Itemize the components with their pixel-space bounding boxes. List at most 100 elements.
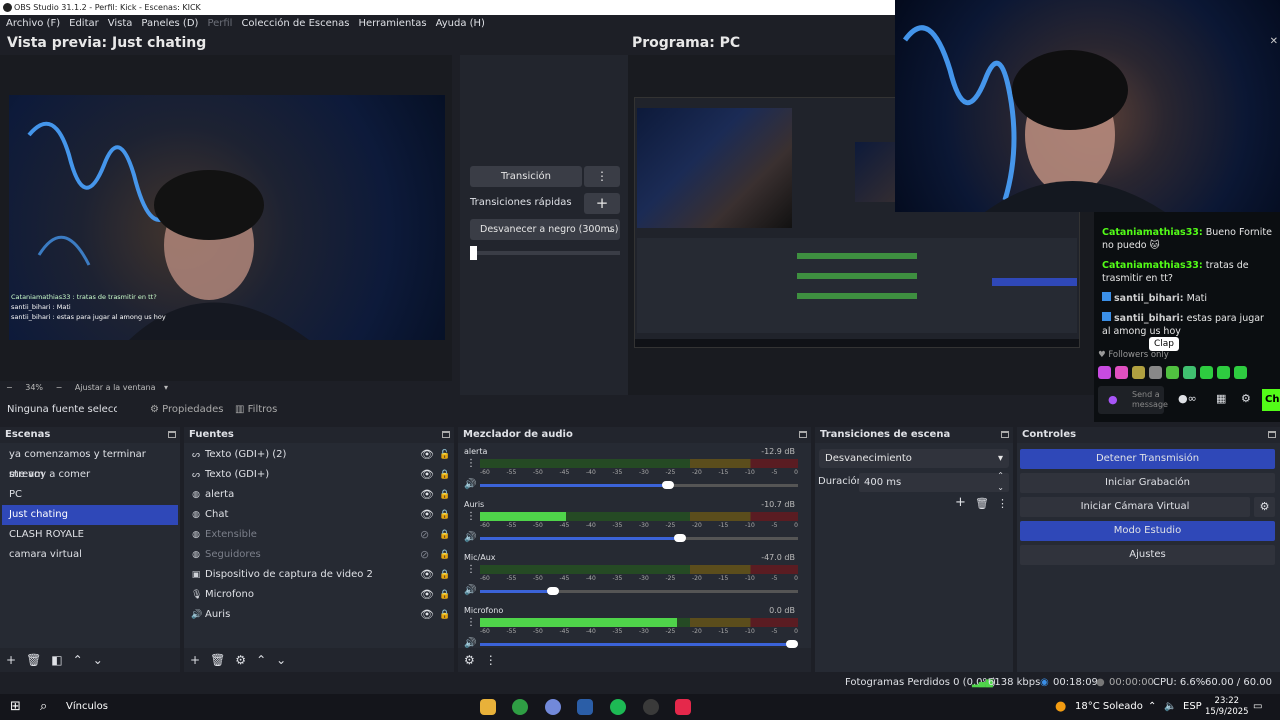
- source-item[interactable]: ᔕ Texto (GDI+) 👁 🔒: [184, 465, 454, 485]
- emote-icon[interactable]: [1115, 366, 1128, 379]
- volume-slider[interactable]: [480, 481, 798, 489]
- emote-icon[interactable]: [1183, 366, 1196, 379]
- gear-icon[interactable]: ⚙: [1241, 392, 1251, 405]
- volume-handle[interactable]: [547, 587, 560, 595]
- steam-icon[interactable]: [577, 699, 593, 715]
- start-recording-button[interactable]: Iniciar Grabación: [1020, 473, 1275, 493]
- chat-send-button[interactable]: Ch: [1262, 389, 1280, 411]
- language-indicator[interactable]: ESP: [1183, 694, 1202, 720]
- lock-icon[interactable]: 🔒: [439, 485, 450, 505]
- lock-icon[interactable]: 🔒: [439, 585, 450, 605]
- obs-icon[interactable]: [643, 699, 659, 715]
- eye-off-icon[interactable]: ⊘: [420, 545, 429, 565]
- zoom-out-button[interactable]: −: [6, 383, 13, 392]
- file-explorer-icon[interactable]: [480, 699, 496, 715]
- eye-icon[interactable]: 👁: [420, 505, 434, 525]
- chat-username[interactable]: santii_bihari:: [1114, 313, 1184, 324]
- filters-button[interactable]: ▥ Filtros: [235, 397, 277, 423]
- eye-icon[interactable]: 👁: [420, 485, 434, 505]
- maximize-icon[interactable]: [442, 431, 450, 438]
- unlock-icon[interactable]: 🔓: [439, 445, 450, 465]
- add-icon[interactable]: +: [6, 653, 16, 667]
- volume-handle[interactable]: [661, 481, 674, 489]
- volume-slider[interactable]: [480, 587, 798, 595]
- source-item[interactable]: 🎙 Microfono 👁 🔒: [184, 585, 454, 605]
- eye-off-icon[interactable]: ⊘: [420, 525, 429, 545]
- down-icon[interactable]: ⌄: [276, 653, 286, 667]
- lock-icon[interactable]: 🔒: [439, 505, 450, 525]
- add-quick-transition-button[interactable]: +: [584, 193, 620, 214]
- zoom-in-button[interactable]: −: [56, 383, 63, 392]
- volume-icon[interactable]: 🔈: [1164, 694, 1176, 720]
- tray-chevron-icon[interactable]: ⌃: [1148, 694, 1156, 720]
- tbar-handle[interactable]: [470, 246, 477, 260]
- menu-item[interactable]: Editar: [69, 15, 99, 33]
- eye-icon[interactable]: 👁: [420, 585, 434, 605]
- emote-icon[interactable]: [1149, 366, 1162, 379]
- transition-button[interactable]: Transición: [470, 166, 582, 187]
- windows-start-icon[interactable]: ⊞: [10, 694, 21, 720]
- lock-icon[interactable]: 🔒: [439, 565, 450, 585]
- add-icon[interactable]: +: [955, 495, 966, 510]
- menu-icon[interactable]: ⋮: [466, 458, 476, 469]
- gear-icon[interactable]: ⚙: [1254, 497, 1275, 517]
- transition-type-select[interactable]: Desvanecimiento ▾: [819, 449, 1009, 468]
- menu-item[interactable]: Vista: [108, 15, 133, 33]
- menu-item[interactable]: Colección de Escenas: [241, 15, 349, 33]
- emote-icon[interactable]: [1217, 366, 1230, 379]
- filter-icon[interactable]: ◧: [51, 653, 62, 667]
- microphone-icon[interactable]: ●: [1108, 393, 1118, 406]
- lock-icon[interactable]: 🔒: [439, 605, 450, 625]
- dock-close-icon[interactable]: ✕: [1270, 36, 1278, 47]
- lock-icon[interactable]: 🔒: [439, 525, 450, 545]
- chat-username[interactable]: Cataniamathias33:: [1102, 227, 1203, 238]
- advanced-audio-icon[interactable]: ⚙: [464, 653, 475, 667]
- volume-slider[interactable]: [480, 534, 798, 542]
- settings-button[interactable]: Ajustes: [1020, 545, 1275, 565]
- maximize-icon[interactable]: [168, 431, 176, 438]
- duration-input[interactable]: 400 ms ⌃ ⌄: [859, 471, 1009, 492]
- preview-canvas[interactable]: Cataniamathias33 : tratas de trasmitir e…: [0, 55, 452, 381]
- notification-icon[interactable]: ▭: [1253, 694, 1262, 720]
- menu-icon[interactable]: ⋮: [485, 653, 497, 667]
- source-item[interactable]: ◍ Seguidores ⊘ 🔒: [184, 545, 454, 565]
- trash-icon[interactable]: 🗑: [26, 653, 41, 667]
- menu-icon[interactable]: ⋮: [466, 511, 476, 522]
- add-icon[interactable]: +: [190, 653, 200, 667]
- menu-icon[interactable]: ⋮: [997, 497, 1008, 510]
- eye-icon[interactable]: 👁: [420, 565, 434, 585]
- people-icon[interactable]: ●∞: [1178, 392, 1197, 405]
- down-icon[interactable]: ⌄: [93, 653, 103, 667]
- eye-icon[interactable]: 👁: [420, 605, 434, 625]
- menu-item[interactable]: Herramientas: [358, 15, 426, 33]
- lock-icon[interactable]: 🔒: [439, 465, 450, 485]
- chat-username[interactable]: Cataniamathias33:: [1102, 260, 1203, 271]
- emote-icon[interactable]: [1132, 366, 1145, 379]
- emote-icon[interactable]: [1166, 366, 1179, 379]
- menu-icon[interactable]: ⋮: [466, 617, 476, 628]
- gear-icon[interactable]: ⚙: [235, 653, 246, 667]
- source-item[interactable]: ◍ Extensible ⊘ 🔒: [184, 525, 454, 545]
- discord-icon[interactable]: [545, 699, 561, 715]
- search-icon[interactable]: ⌕: [40, 694, 47, 720]
- up-icon[interactable]: ⌃: [73, 653, 83, 667]
- start-virtual-camera-button[interactable]: Iniciar Cámara Virtual: [1020, 497, 1250, 517]
- maximize-icon[interactable]: [1001, 431, 1009, 438]
- scene-item[interactable]: ya comenzamos y terminar stream: [2, 445, 178, 480]
- fit-window-button[interactable]: Ajustar a la ventana: [75, 383, 156, 392]
- eye-icon[interactable]: 👁: [420, 465, 434, 485]
- menu-item[interactable]: Ayuda (H): [436, 15, 485, 33]
- studio-mode-button[interactable]: Modo Estudio: [1020, 521, 1275, 541]
- spotify-icon[interactable]: [610, 699, 626, 715]
- source-item[interactable]: ◍ alerta 👁 🔒: [184, 485, 454, 505]
- scene-item[interactable]: CLASH ROYALE: [2, 525, 178, 545]
- menu-icon[interactable]: ⋮: [466, 564, 476, 575]
- scene-item[interactable]: camara virtual: [2, 545, 178, 565]
- stop-stream-button[interactable]: Detener Transmisión: [1020, 449, 1275, 469]
- source-item[interactable]: ◍ Chat 👁 🔒: [184, 505, 454, 525]
- tiktok-icon[interactable]: [675, 699, 691, 715]
- maximize-icon[interactable]: [1268, 431, 1276, 438]
- menu-item[interactable]: Archivo (F): [6, 15, 60, 33]
- chevron-down-icon[interactable]: ▾: [164, 383, 168, 392]
- speaker-icon[interactable]: 🔊: [464, 479, 476, 490]
